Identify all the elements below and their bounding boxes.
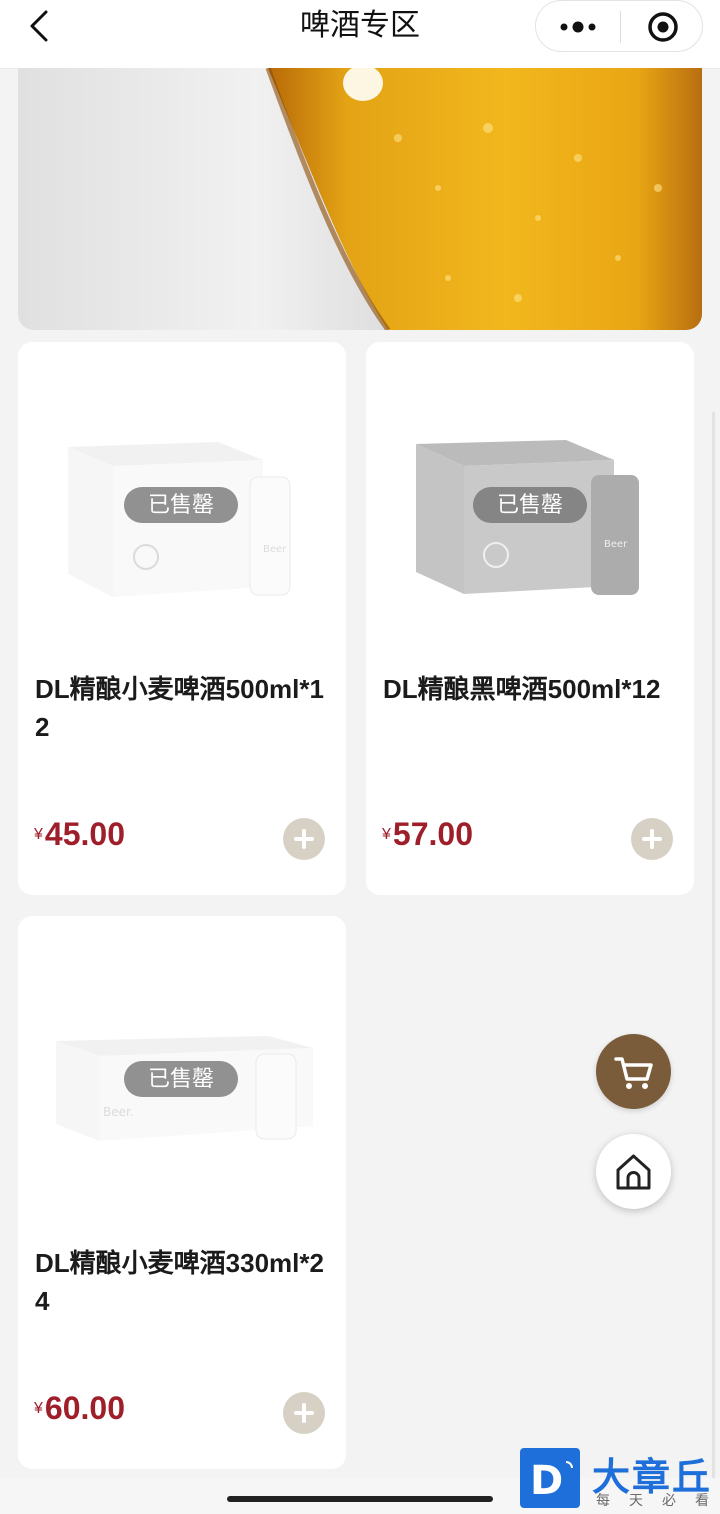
watermark-slogan: 每天必看 xyxy=(596,1492,720,1508)
home-button[interactable] xyxy=(596,1134,671,1209)
currency-symbol: ¥ xyxy=(34,825,43,843)
add-to-cart-button[interactable] xyxy=(283,1392,325,1434)
close-button[interactable] xyxy=(621,1,703,53)
watermark-logo: D 大章丘 每天必看 xyxy=(516,1446,720,1514)
svg-text:Beer: Beer xyxy=(263,544,287,555)
price-value: 57.00 xyxy=(392,816,473,852)
home-icon xyxy=(616,1154,651,1190)
product-price: ¥45.00 xyxy=(34,816,125,853)
currency-symbol: ¥ xyxy=(382,825,391,843)
sold-out-badge: 已售罄 xyxy=(124,1061,238,1097)
sold-out-badge: 已售罄 xyxy=(473,487,587,523)
sold-out-badge: 已售罄 xyxy=(124,487,238,523)
add-to-cart-button[interactable] xyxy=(283,818,325,860)
product-card[interactable]: Beer 已售罄 DL精酿小麦啤酒500ml*12 ¥45.00 xyxy=(18,342,346,895)
svg-text:Beer: Beer xyxy=(604,539,628,550)
svg-text:Beer.: Beer. xyxy=(103,1105,134,1119)
mini-program-capsule xyxy=(535,0,703,52)
more-button[interactable] xyxy=(536,1,620,53)
target-close-icon xyxy=(648,12,678,42)
price-value: 45.00 xyxy=(44,816,125,852)
watermark-badge: D xyxy=(520,1448,580,1508)
svg-text:D: D xyxy=(530,1458,563,1504)
product-name: DL精酿小麦啤酒330ml*24 xyxy=(35,1248,324,1316)
promo-banner[interactable] xyxy=(18,68,702,330)
product-card[interactable]: Beer. 已售罄 DL精酿小麦啤酒330ml*24 ¥60.00 xyxy=(18,916,346,1469)
product-price: ¥60.00 xyxy=(34,1390,125,1427)
product-name: DL精酿小麦啤酒500ml*12 xyxy=(35,674,324,742)
home-indicator[interactable] xyxy=(227,1496,493,1502)
product-card[interactable]: Beer 已售罄 DL精酿黑啤酒500ml*12 ¥57.00 xyxy=(366,342,694,895)
more-dots-icon xyxy=(560,21,596,33)
currency-symbol: ¥ xyxy=(34,1399,43,1417)
scrollbar[interactable] xyxy=(712,412,715,1480)
cart-icon xyxy=(614,1057,653,1089)
add-to-cart-button[interactable] xyxy=(631,818,673,860)
d-letter-icon: D xyxy=(530,1458,573,1504)
cart-button[interactable] xyxy=(596,1034,671,1109)
beer-glass-image xyxy=(18,68,702,330)
product-price: ¥57.00 xyxy=(382,816,473,853)
product-name: DL精酿黑啤酒500ml*12 xyxy=(383,674,661,704)
price-value: 60.00 xyxy=(44,1390,125,1426)
nav-header: 啤酒专区 xyxy=(0,0,720,69)
